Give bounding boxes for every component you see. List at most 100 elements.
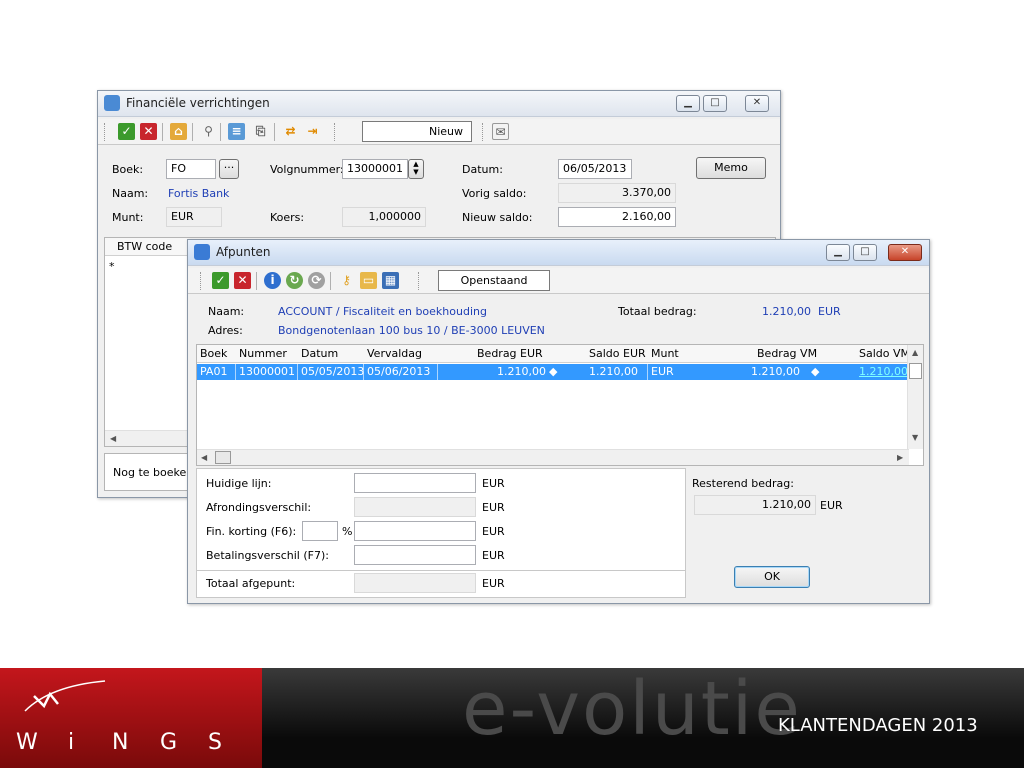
datum-label: Datum: — [462, 163, 503, 176]
nieuw-saldo-label: Nieuw saldo: — [462, 211, 533, 224]
boek-field[interactable]: FO — [166, 159, 216, 179]
open-items-grid: Boek Nummer Datum Vervaldag Bedrag EUR S… — [196, 344, 924, 466]
edit-icon — [194, 244, 210, 260]
column-munt[interactable]: Munt — [651, 347, 679, 360]
column-nummer[interactable]: Nummer — [239, 347, 287, 360]
totaal-afgepunt-currency: EUR — [482, 577, 505, 590]
search-icon[interactable]: ⚲ — [200, 123, 217, 140]
confirm-icon[interactable]: ✓ — [118, 123, 135, 140]
totaal-bedrag-value: 1.210,00 — [762, 305, 811, 318]
boek-label: Boek: — [112, 163, 144, 176]
column-saldo-vm[interactable]: Saldo VM — [859, 347, 910, 360]
scroll-thumb[interactable] — [909, 363, 922, 379]
naam-value: ACCOUNT / Fiscaliteit en boekhouding — [278, 305, 487, 318]
column-bedrag-eur[interactable]: Bedrag EUR — [477, 347, 543, 360]
fin-korting-field[interactable] — [354, 521, 476, 541]
column-saldo-eur[interactable]: Saldo EUR — [589, 347, 646, 360]
event-title: KLANTENDAGEN 2013 — [778, 715, 978, 736]
maximize-icon[interactable]: □ — [703, 95, 727, 112]
cell-munt: EUR — [651, 365, 674, 378]
munt-label: Munt: — [112, 211, 144, 224]
betalingsverschil-field[interactable] — [354, 545, 476, 565]
diamond-icon[interactable]: ◆ — [549, 365, 557, 378]
datum-field[interactable]: 06/05/2013 — [558, 159, 632, 179]
minimize-icon[interactable]: ▁ — [676, 95, 700, 112]
scroll-down-icon[interactable]: ▼ — [912, 433, 918, 442]
scroll-left-icon[interactable]: ◀ — [201, 453, 207, 462]
confirm-icon[interactable]: ✓ — [212, 272, 229, 289]
maximize-icon[interactable]: □ — [853, 244, 877, 261]
lock-icon[interactable]: ⚷ — [338, 272, 355, 289]
resterend-bedrag-currency: EUR — [820, 499, 843, 512]
cell-nummer: 13000001 — [239, 365, 295, 378]
dialog-title-bar[interactable]: Afpunten ▁ □ ✕ — [188, 240, 929, 266]
grid-horizontal-scrollbar[interactable]: ◀ ▶ — [197, 449, 909, 465]
table-row[interactable]: PA01 13000001 05/05/2013 05/06/2013 1.21… — [197, 364, 909, 380]
cell-boek: PA01 — [200, 365, 228, 378]
scroll-up-icon[interactable]: ▲ — [912, 348, 918, 357]
betalingsverschil-label: Betalingsverschil (F7): — [206, 549, 329, 562]
logo-letter-n: N — [112, 730, 131, 755]
close-icon[interactable]: ✕ — [888, 244, 922, 261]
ok-button[interactable]: OK — [734, 566, 810, 588]
afrondingsverschil-currency: EUR — [482, 501, 505, 514]
scroll-thumb[interactable] — [215, 451, 231, 464]
naam-label: Naam: — [208, 305, 245, 318]
vorig-saldo-label: Vorig saldo: — [462, 187, 527, 200]
grid-header-btw-code[interactable]: BTW code — [117, 240, 172, 253]
grid-vertical-scrollbar[interactable]: ▲ ▼ — [907, 345, 923, 449]
diamond-icon[interactable]: ◆ — [811, 365, 819, 378]
nieuw-saldo-field: 2.160,00 — [558, 207, 676, 227]
dialog-toolbar: ✓ ✕ i ↻ ⟳ ⚷ ▭ ▦ Openstaand — [188, 268, 929, 294]
window-title: Financiële verrichtingen — [126, 96, 270, 110]
cell-saldo-eur: 1.210,00 — [589, 365, 638, 378]
mode-field[interactable]: Nieuw — [362, 121, 472, 142]
memo-button[interactable]: Memo — [696, 157, 766, 179]
wings-swoosh-logo — [24, 680, 106, 712]
vorig-saldo-field: 3.370,00 — [558, 183, 676, 203]
mail-icon[interactable]: ✉ — [492, 123, 509, 140]
column-bedrag-vm[interactable]: Bedrag VM — [757, 347, 817, 360]
huidige-lijn-field[interactable] — [354, 473, 476, 493]
afrondingsverschil-field — [354, 497, 476, 517]
percent-sign: % — [342, 525, 353, 538]
boek-lookup-button[interactable]: ··· — [219, 159, 239, 179]
filter-field[interactable]: Openstaand — [438, 270, 550, 291]
fin-korting-percent-field[interactable] — [302, 521, 338, 541]
scroll-right-icon[interactable]: ▶ — [897, 453, 903, 462]
huidige-lijn-label: Huidige lijn: — [206, 477, 272, 490]
totaal-afgepunt-label: Totaal afgepunt: — [206, 577, 296, 590]
cancel-icon[interactable]: ✕ — [234, 272, 251, 289]
logo-letter-i: i — [68, 730, 77, 755]
sync-icon[interactable]: ⟳ — [308, 272, 325, 289]
munt-field: EUR — [166, 207, 222, 227]
transfer-icon[interactable]: ⇄ — [282, 123, 299, 140]
adres-value: Bondgenotenlaan 100 bus 10 / BE-3000 LEU… — [278, 324, 545, 337]
cancel-icon[interactable]: ✕ — [140, 123, 157, 140]
document-icon[interactable]: ≡ — [228, 123, 245, 140]
info-icon[interactable]: i — [264, 272, 281, 289]
folder-icon[interactable]: ▭ — [360, 272, 377, 289]
logo-letter-g: G — [160, 730, 180, 755]
volgnummer-field[interactable]: 13000001 — [342, 159, 408, 179]
attachment-icon[interactable]: ⎘ — [252, 123, 269, 140]
scroll-left-icon[interactable]: ◀ — [110, 434, 116, 443]
huidige-lijn-currency: EUR — [482, 477, 505, 490]
calculator-icon[interactable]: ▦ — [382, 272, 399, 289]
export-icon[interactable]: ⇥ — [304, 123, 321, 140]
volgnummer-spinner[interactable]: ▲ ▼ — [408, 159, 424, 179]
slogan-text: e-volutie — [462, 666, 802, 752]
totaal-bedrag-label: Totaal bedrag: — [618, 305, 697, 318]
column-vervaldag[interactable]: Vervaldag — [367, 347, 422, 360]
home-icon[interactable]: ⌂ — [170, 123, 187, 140]
title-bar[interactable]: Financiële verrichtingen ▁ □ ✕ — [98, 91, 780, 117]
cell-vervaldag: 05/06/2013 — [367, 365, 431, 378]
column-boek[interactable]: Boek — [200, 347, 227, 360]
resterend-bedrag-field: 1.210,00 — [694, 495, 816, 515]
refresh-icon[interactable]: ↻ — [286, 272, 303, 289]
status-label: Nog te boeken — [113, 466, 194, 479]
close-icon[interactable]: ✕ — [745, 95, 769, 112]
minimize-icon[interactable]: ▁ — [826, 244, 850, 261]
column-datum[interactable]: Datum — [301, 347, 338, 360]
main-toolbar: ✓ ✕ ⌂ ⚲ ≡ ⎘ ⇄ ⇥ Nieuw ✉ — [98, 119, 780, 145]
